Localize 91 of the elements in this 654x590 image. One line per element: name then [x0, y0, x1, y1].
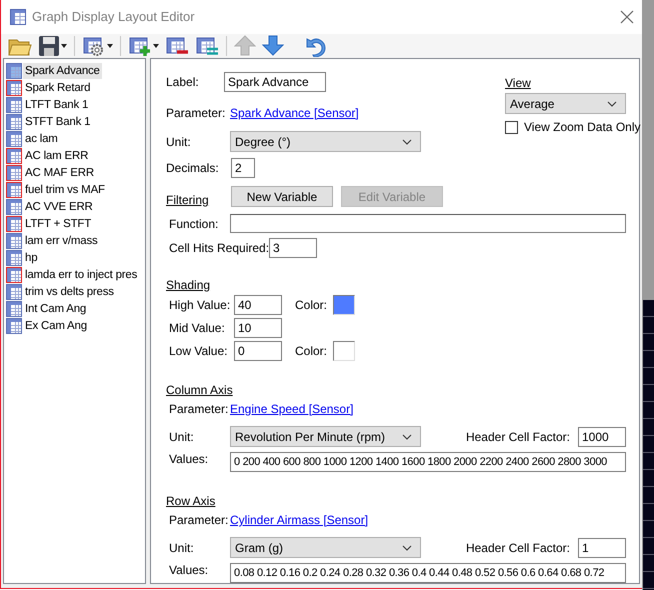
table-icon [6, 250, 22, 266]
color-swatch[interactable] [333, 295, 355, 315]
field-label: Parameter: [166, 106, 226, 120]
field-label: Values: [169, 563, 210, 577]
dropdown-caret-icon [107, 44, 113, 48]
layout-list-item[interactable]: Spark Retard [6, 79, 143, 96]
table-icon [6, 148, 22, 164]
field-label: Unit: [166, 134, 192, 148]
layout-list-item[interactable]: hp [6, 249, 143, 266]
field-label: Decimals: [166, 161, 220, 175]
dropdown-caret-icon [402, 434, 412, 440]
dropdown-caret-icon [153, 44, 159, 48]
field-label: Header Cell Factor: [466, 430, 570, 444]
table-icon [6, 266, 22, 282]
table-icon [6, 232, 22, 248]
layout-list-item[interactable]: STFT Bank 1 [6, 113, 143, 130]
shading-value-field[interactable]: 10 [234, 318, 282, 338]
unit-dropdown[interactable]: Revolution Per Minute (rpm) [230, 426, 421, 447]
section-heading: Filtering [166, 193, 210, 207]
dropdown-caret-icon [61, 44, 67, 48]
field-label: Values: [169, 452, 210, 466]
decimals-field[interactable]: 2 [231, 158, 255, 178]
layout-list-item[interactable]: trim vs delts press [6, 283, 143, 300]
table-icon [6, 96, 22, 112]
table-icon [6, 216, 22, 232]
table-icon [6, 62, 22, 78]
unit-dropdown[interactable]: Gram (g) [230, 537, 421, 558]
layout-list-item[interactable]: lam err v/mass [6, 232, 143, 249]
table-icon [6, 284, 22, 300]
header-cell-factor-field[interactable]: 1000 [578, 426, 626, 446]
field-label: Color: [295, 344, 328, 358]
dropdown-caret-icon [402, 138, 412, 144]
header-cell-factor-field[interactable]: 1 [578, 538, 626, 558]
field-label: Low Value: [169, 344, 228, 358]
table-icon [6, 182, 22, 198]
shading-value-field[interactable]: 0 [234, 341, 282, 361]
table-icon [6, 164, 22, 180]
layout-list-item[interactable]: AC VVE ERR [6, 198, 143, 215]
section-heading: Row Axis [166, 494, 216, 508]
layout-list-item[interactable]: LTFT + STFT [6, 215, 143, 232]
cell-hits-field[interactable]: 3 [269, 238, 317, 258]
field-label: Parameter: [169, 513, 230, 527]
layout-list-item[interactable]: ac lam [6, 130, 143, 147]
values-field[interactable]: 0 200 400 600 800 1000 1200 1400 1600 1800 2000 2200 2400 2600 2800 3000 [230, 452, 626, 472]
up-arrow-icon [234, 34, 256, 58]
parameter-link[interactable]: Engine Speed [Sensor] [230, 402, 354, 416]
section-heading: Shading [166, 278, 212, 292]
view-dropdown[interactable]: Average [505, 93, 626, 114]
shading-value-field[interactable]: 40 [234, 295, 282, 315]
field-label: High Value: [169, 298, 232, 312]
layout-list-item[interactable]: Ex Cam Ang [6, 317, 143, 334]
table-icon [10, 8, 26, 25]
field-label: Color: [295, 298, 328, 312]
field-label: Parameter: [169, 402, 230, 416]
layout-list-item[interactable]: Int Cam Ang [6, 300, 143, 317]
layout-list-item[interactable]: lamda err to inject pres [6, 266, 143, 283]
section-heading: View [505, 76, 532, 90]
field-label: Header Cell Factor: [466, 540, 570, 554]
dropdown-caret-icon [607, 100, 617, 106]
table-icon [6, 80, 22, 96]
field-label: Unit: [169, 430, 195, 444]
field-label: Label: [166, 75, 200, 89]
variable-button[interactable]: New Variable [231, 186, 333, 207]
checkbox-label: View Zoom Data Only [524, 120, 640, 134]
field-label: Function: [169, 216, 220, 230]
unit-dropdown[interactable]: Degree (°) [230, 131, 421, 152]
layout-list-item[interactable]: LTFT Bank 1 [6, 96, 143, 113]
table-icon [6, 300, 22, 316]
down-arrow-icon [262, 34, 284, 58]
layout-list-item[interactable]: fuel trim vs MAF [6, 181, 143, 198]
field-label: Unit: [169, 540, 195, 554]
section-heading: Column Axis [166, 383, 234, 397]
table-icon [6, 318, 22, 334]
table-icon [6, 130, 22, 146]
table-icon [6, 198, 22, 214]
window-title: Graph Display Layout Editor [32, 9, 196, 24]
values-field[interactable]: 0.08 0.12 0.16 0.2 0.24 0.28 0.32 0.36 0.4 0.44 0.48 0.52 0.56 0.6 0.64 0.68 0.72 [230, 563, 626, 583]
layout-list-item[interactable]: AC lam ERR [6, 147, 143, 164]
layout-list-item[interactable]: AC MAF ERR [6, 164, 143, 181]
color-swatch[interactable] [333, 341, 355, 361]
checkbox[interactable] [505, 120, 518, 134]
table-icon [6, 114, 22, 130]
parameter-link[interactable]: Cylinder Airmass [Sensor] [230, 513, 368, 527]
function-field[interactable] [230, 214, 626, 233]
parameter-link[interactable]: Spark Advance [Sensor] [230, 106, 359, 120]
label-field[interactable]: Spark Advance [224, 72, 326, 92]
field-label: Mid Value: [169, 321, 226, 335]
field-label: Cell Hits Required: [169, 241, 269, 255]
dropdown-caret-icon [402, 544, 412, 550]
toolbar-button[interactable] [259, 34, 287, 58]
close-icon[interactable] [620, 10, 634, 24]
